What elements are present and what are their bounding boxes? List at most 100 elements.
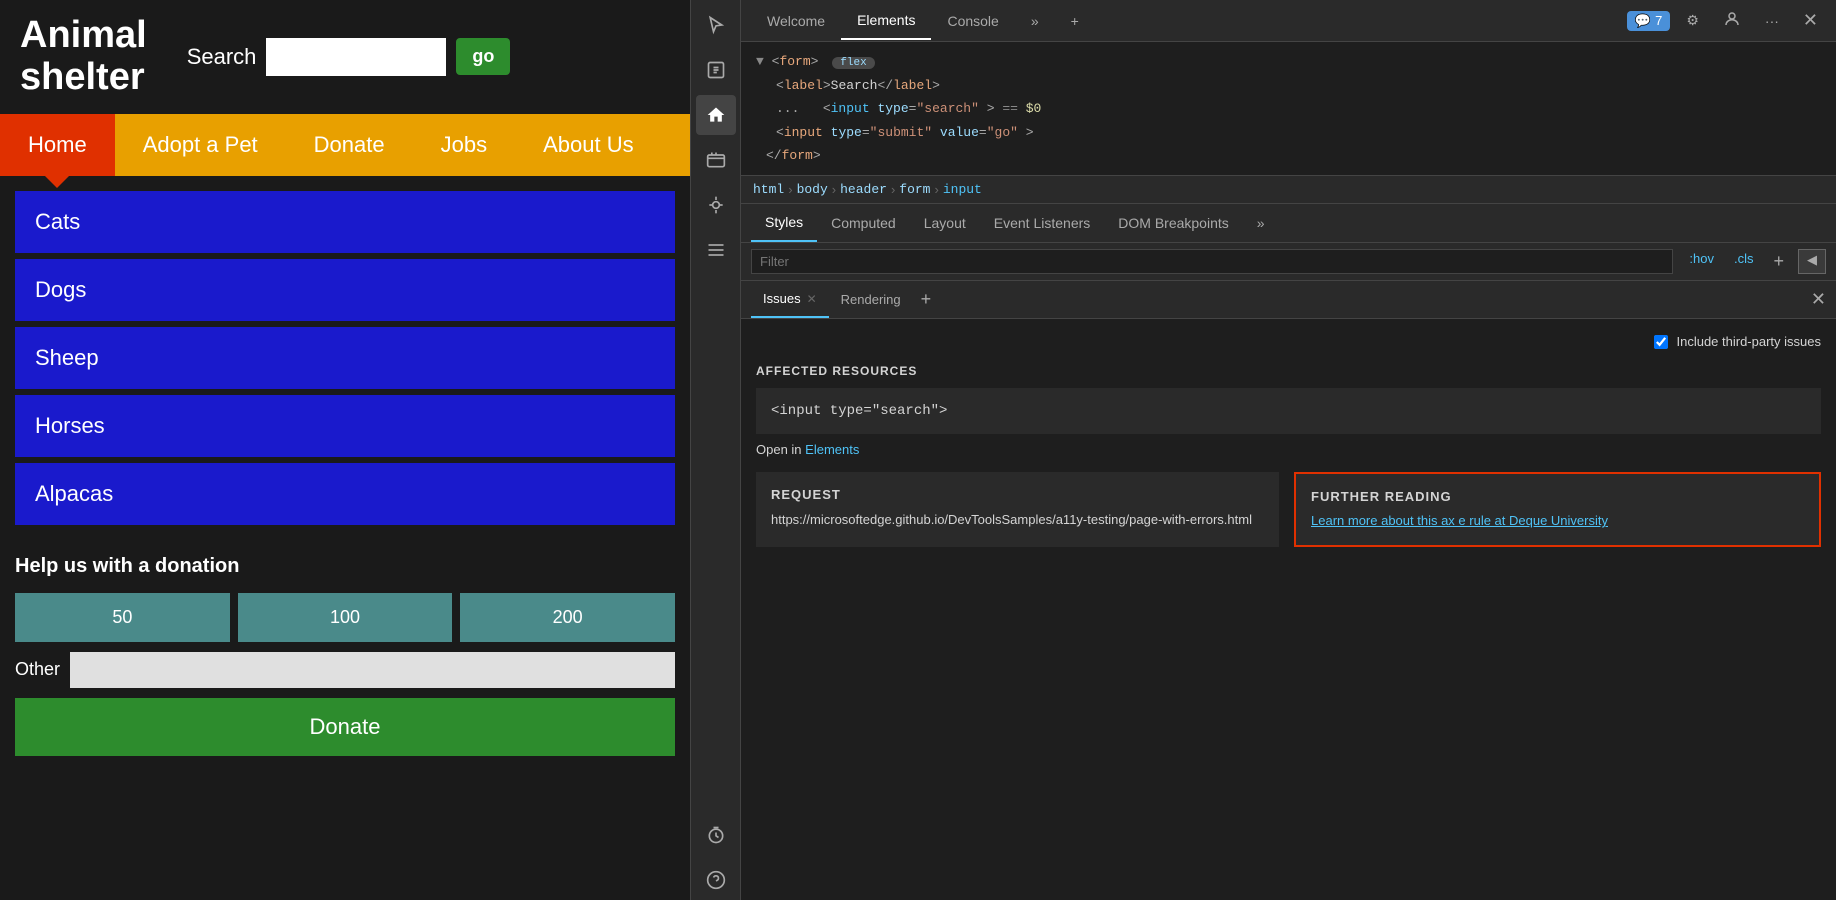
- chat-icon: 💬: [1635, 13, 1651, 29]
- filter-input[interactable]: [751, 249, 1673, 274]
- question-icon[interactable]: [696, 860, 736, 900]
- site-content: Cats Dogs Sheep Horses Alpacas Help us w…: [0, 176, 690, 900]
- bottom-tabs: Issues ✕ Rendering + ✕: [741, 281, 1836, 319]
- close-all-tabs-button[interactable]: ✕: [1811, 289, 1826, 310]
- close-devtools-button[interactable]: ✕: [1795, 6, 1826, 35]
- list-item[interactable]: Sheep: [15, 327, 675, 389]
- amount-100-button[interactable]: 100: [238, 593, 453, 642]
- add-style-button[interactable]: +: [1767, 249, 1790, 274]
- account-icon[interactable]: [1715, 6, 1749, 35]
- affected-resources-title: AFFECTED RESOURCES: [756, 364, 1821, 378]
- tab-welcome[interactable]: Welcome: [751, 3, 841, 39]
- request-title: REQUEST: [771, 487, 1264, 502]
- tools-icon[interactable]: [696, 230, 736, 270]
- further-reading-link[interactable]: Learn more about this ax e rule at Deque…: [1311, 513, 1608, 528]
- other-label: Other: [15, 659, 60, 680]
- list-item[interactable]: Dogs: [15, 259, 675, 321]
- timer-icon[interactable]: [696, 815, 736, 855]
- tab-dom-breakpoints[interactable]: DOM Breakpoints: [1104, 205, 1242, 241]
- dom-label-line[interactable]: <label>Search</label>: [756, 74, 1821, 97]
- other-amount-input[interactable]: [70, 652, 675, 688]
- devtools-panel: Welcome Elements Console » + 💬 7 ⚙ ··· ✕…: [740, 0, 1836, 900]
- tab-event-listeners[interactable]: Event Listeners: [980, 205, 1105, 241]
- go-button[interactable]: go: [456, 38, 510, 75]
- affected-code-block: <input type="search">: [756, 388, 1821, 434]
- site-nav: Home Adopt a Pet Donate Jobs About Us: [0, 114, 690, 176]
- list-item[interactable]: Horses: [15, 395, 675, 457]
- breadcrumb-header[interactable]: header: [840, 182, 887, 197]
- site-title: Animalshelter: [20, 15, 147, 99]
- third-party-checkbox[interactable]: [1654, 335, 1668, 349]
- donate-button[interactable]: Donate: [15, 698, 675, 756]
- request-url: https://microsoftedge.github.io/DevTools…: [771, 510, 1264, 530]
- affected-resources-section: AFFECTED RESOURCES <input type="search">…: [756, 364, 1821, 457]
- cls-button[interactable]: .cls: [1728, 249, 1760, 274]
- tab-more-styles[interactable]: »: [1243, 205, 1279, 241]
- further-reading-title: FURTHER READING: [1311, 489, 1804, 504]
- search-input[interactable]: [266, 38, 446, 76]
- filter-buttons: :hov .cls + ◀: [1683, 249, 1826, 274]
- bottom-area: Issues ✕ Rendering + ✕ Include third-par…: [741, 281, 1836, 900]
- tab-elements[interactable]: Elements: [841, 2, 931, 40]
- screenshot-icon[interactable]: [696, 140, 736, 180]
- breadcrumb-body[interactable]: body: [797, 182, 828, 197]
- more-icon[interactable]: ···: [1757, 9, 1787, 33]
- home-icon[interactable]: [696, 95, 736, 135]
- breadcrumb-input[interactable]: input: [943, 182, 982, 197]
- inspect-icon[interactable]: [696, 50, 736, 90]
- tab-issues[interactable]: Issues ✕: [751, 281, 829, 318]
- hov-button[interactable]: :hov: [1683, 249, 1720, 274]
- tab-rendering[interactable]: Rendering: [829, 282, 913, 317]
- expand-arrow-icon[interactable]: ▼: [756, 54, 764, 69]
- amount-200-button[interactable]: 200: [460, 593, 675, 642]
- list-item[interactable]: Cats: [15, 191, 675, 253]
- styles-tabs: Styles Computed Layout Event Listeners D…: [741, 204, 1836, 243]
- open-in-elements: Open in Elements: [756, 442, 1821, 457]
- dom-input-search-line[interactable]: ... <input type="search" > == $0: [756, 97, 1821, 120]
- dom-input-submit-line[interactable]: <input type="submit" value="go" >: [756, 121, 1821, 144]
- dom-form-close: </form>: [756, 144, 1821, 167]
- tab-layout[interactable]: Layout: [910, 205, 980, 241]
- collapse-button[interactable]: ◀: [1798, 249, 1826, 274]
- nav-item-donate[interactable]: Donate: [286, 114, 413, 176]
- third-party-label: Include third-party issues: [1676, 334, 1821, 349]
- breadcrumb-form[interactable]: form: [899, 182, 930, 197]
- search-label: Search: [187, 44, 257, 70]
- website-panel: Animalshelter Search go Home Adopt a Pet…: [0, 0, 690, 900]
- donation-title: Help us with a donation: [15, 555, 675, 578]
- breadcrumb-html[interactable]: html: [753, 182, 784, 197]
- tab-more[interactable]: »: [1015, 3, 1055, 39]
- cursor-icon[interactable]: [696, 5, 736, 45]
- tab-add[interactable]: +: [1055, 3, 1095, 39]
- tab-console[interactable]: Console: [931, 3, 1014, 39]
- nav-item-adopt[interactable]: Adopt a Pet: [115, 114, 286, 176]
- list-item[interactable]: Alpacas: [15, 463, 675, 525]
- devtools-sidebar: [690, 0, 740, 900]
- nav-item-home[interactable]: Home: [0, 114, 115, 176]
- dom-form-line[interactable]: ▼ <form> flex: [756, 50, 1821, 74]
- tab-styles[interactable]: Styles: [751, 204, 817, 242]
- further-reading-card: FURTHER READING Learn more about this ax…: [1294, 472, 1821, 547]
- nav-item-jobs[interactable]: Jobs: [413, 114, 515, 176]
- tab-computed[interactable]: Computed: [817, 205, 910, 241]
- flex-badge: flex: [832, 57, 874, 69]
- bottom-cards: REQUEST https://microsoftedge.github.io/…: [756, 472, 1821, 547]
- settings-icon[interactable]: ⚙: [1678, 8, 1707, 33]
- issues-tab-close[interactable]: ✕: [807, 292, 817, 306]
- issues-tab-label: Issues: [763, 291, 801, 306]
- dom-tree: ▼ <form> flex <label>Search</label> ... …: [741, 42, 1836, 176]
- amount-50-button[interactable]: 50: [15, 593, 230, 642]
- badge-number: 7: [1655, 13, 1662, 28]
- animal-list: Cats Dogs Sheep Horses Alpacas: [15, 191, 675, 525]
- donation-amounts: 50 100 200: [15, 593, 675, 642]
- breadcrumb: html › body › header › form › input: [741, 176, 1836, 204]
- issues-badge[interactable]: 💬 7: [1627, 11, 1670, 31]
- nav-item-about[interactable]: About Us: [515, 114, 662, 176]
- filter-bar: :hov .cls + ◀: [741, 243, 1836, 281]
- site-header: Animalshelter Search go: [0, 0, 690, 114]
- add-tab-button[interactable]: +: [913, 283, 940, 316]
- search-form: Search go: [187, 38, 511, 76]
- debug-icon[interactable]: [696, 185, 736, 225]
- code-content: <input type="search">: [771, 403, 947, 419]
- open-in-elements-link[interactable]: Elements: [805, 442, 859, 457]
